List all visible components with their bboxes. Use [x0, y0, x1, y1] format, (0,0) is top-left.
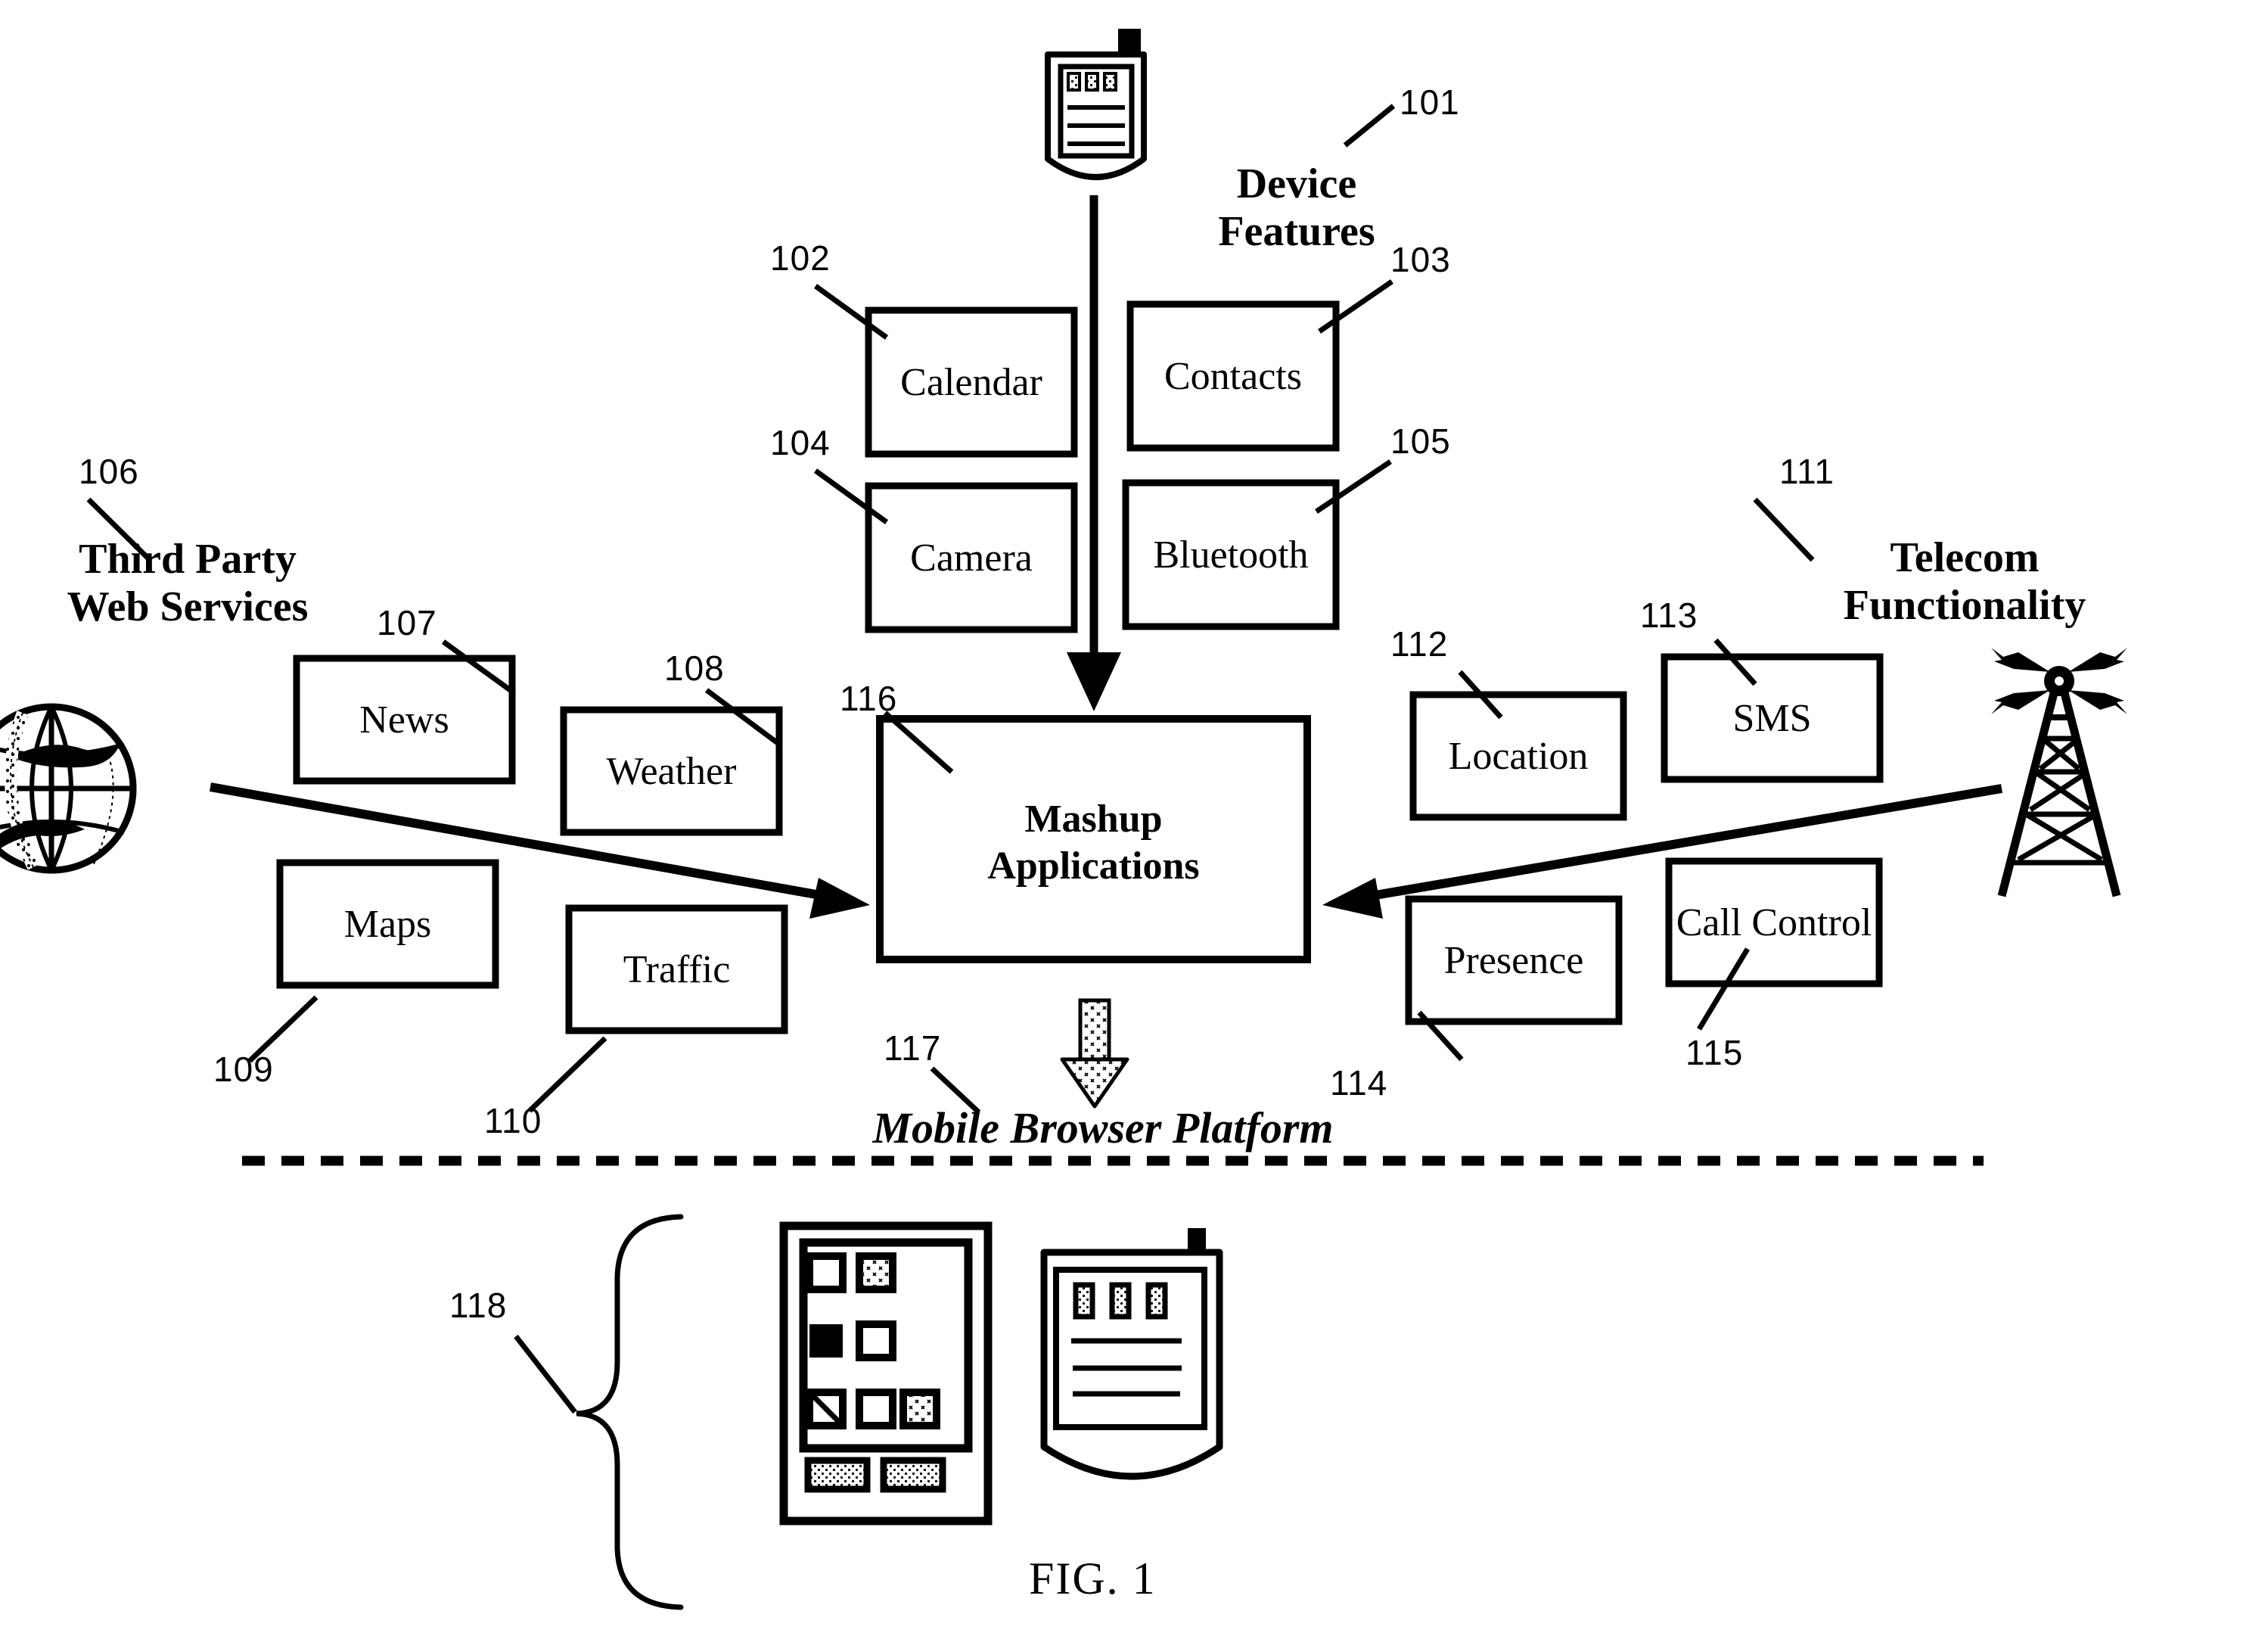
- third-party-title: Third Party Web Services: [67, 536, 309, 630]
- ref-113: 113: [1640, 596, 1698, 635]
- lead-line-111: [1753, 497, 1815, 562]
- ref-109: 109: [213, 1050, 274, 1089]
- lead-line-118: [514, 1334, 577, 1414]
- box-label-location: Location: [1448, 735, 1589, 778]
- box-label-contacts: Contacts: [1164, 355, 1302, 398]
- ref-112: 112: [1390, 624, 1449, 664]
- box-label-weather: Weather: [606, 750, 737, 793]
- ref-101: 101: [1400, 82, 1460, 122]
- box-label-news: News: [359, 698, 449, 742]
- ref-107: 107: [377, 603, 437, 642]
- box-label-presence: Presence: [1443, 939, 1584, 982]
- lead-line-101: [1343, 104, 1396, 148]
- box-label-call-control: Call Control: [1676, 901, 1872, 944]
- box-label-camera: Camera: [910, 537, 1033, 580]
- ref-105: 105: [1390, 421, 1451, 461]
- figure-caption: FIG. 1: [1029, 1554, 1157, 1603]
- ref-118: 118: [449, 1286, 508, 1325]
- patent-figure-page: Device Features 101 Third Party Web Serv…: [0, 0, 2268, 1636]
- ref-103: 103: [1390, 240, 1451, 279]
- mobile-phone-icon-bottom: [1040, 1228, 1223, 1480]
- box-label-calendar: Calendar: [900, 361, 1042, 404]
- ref-114: 114: [1330, 1063, 1388, 1103]
- ref-115: 115: [1685, 1033, 1744, 1072]
- mobile-phone-icon-top: [1045, 29, 1147, 180]
- arrow-mashup-to-platform: [1060, 998, 1129, 1109]
- box-label-maps: Maps: [343, 903, 432, 946]
- device-features-title: Device Features: [1218, 160, 1375, 255]
- mashup-applications-label: Mashup Applications: [987, 798, 1200, 888]
- ref-104: 104: [770, 423, 831, 462]
- cell-tower-icon: [1991, 648, 2127, 897]
- device-group-brace: [576, 1214, 684, 1610]
- mobile-browser-platform-label: Mobile Browser Platform: [872, 1103, 1334, 1152]
- box-label-sms: SMS: [1732, 697, 1812, 740]
- ref-111: 111: [1779, 452, 1835, 491]
- lead-line-110: [527, 1036, 607, 1113]
- ref-116: 116: [840, 679, 898, 718]
- box-label-traffic: Traffic: [623, 948, 731, 991]
- ref-108: 108: [664, 648, 725, 688]
- ref-102: 102: [770, 238, 831, 278]
- globe-icon: [0, 703, 137, 874]
- pda-device-icon: [779, 1221, 993, 1526]
- ref-106: 106: [79, 452, 139, 491]
- box-label-bluetooth: Bluetooth: [1153, 533, 1309, 577]
- ref-110: 110: [484, 1101, 542, 1140]
- ref-117: 117: [884, 1028, 942, 1068]
- telecom-title: Telecom Functionality: [1843, 534, 2086, 629]
